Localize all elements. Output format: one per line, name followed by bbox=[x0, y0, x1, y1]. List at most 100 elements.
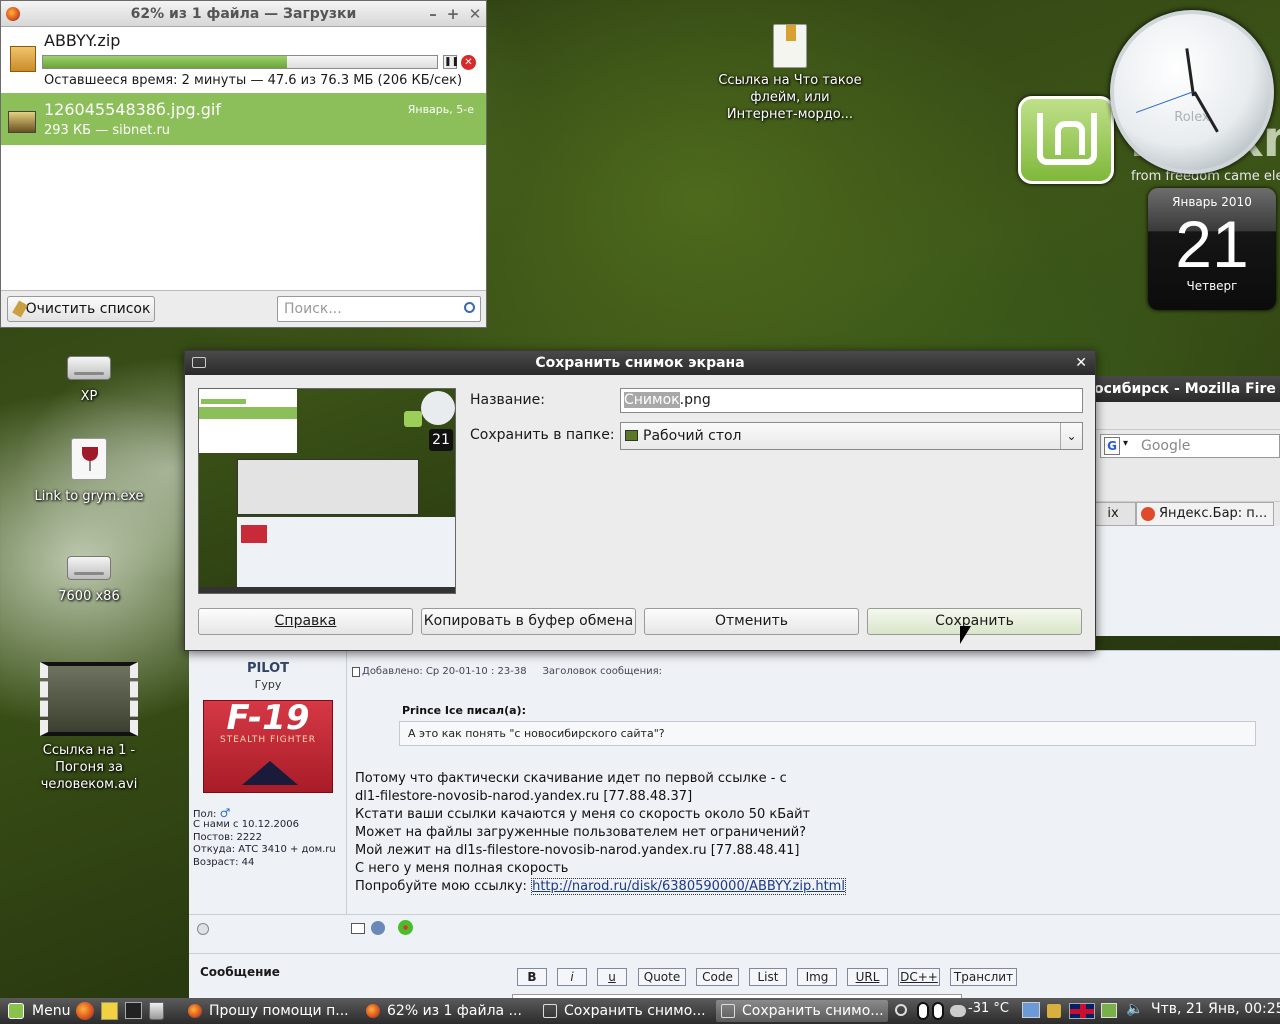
firefox-icon bbox=[6, 7, 20, 21]
post-author[interactable]: PILOT bbox=[189, 661, 347, 676]
wine-icon bbox=[71, 438, 107, 480]
penguin-icon[interactable] bbox=[917, 1002, 929, 1020]
forum-post: PILOT Гуру F-19 STEALTH FIGHTER Пол: ♂ С… bbox=[189, 650, 1280, 1004]
format-quote-button[interactable]: Quote bbox=[638, 968, 686, 986]
google-search-box[interactable]: G ▾ Google bbox=[1100, 434, 1280, 458]
clock-datetime[interactable]: Чтв, 21 Янв, 00:25 bbox=[1151, 1001, 1280, 1017]
help-button[interactable]: Справка bbox=[198, 608, 413, 635]
mint-logo bbox=[1018, 96, 1114, 184]
uk-flag-icon[interactable] bbox=[1069, 1003, 1095, 1019]
desktop-icon-video-link[interactable]: Ссылка на 1 - Погоня за человеком.avi bbox=[14, 662, 164, 793]
scroll-top-icon[interactable] bbox=[197, 923, 209, 935]
quote-author: Prince Ice писал(а): bbox=[402, 704, 526, 717]
dialog-titlebar[interactable]: Сохранить снимок экрана ✕ bbox=[185, 351, 1095, 375]
clock-hour-hand bbox=[1185, 48, 1195, 97]
minimize-icon[interactable]: – bbox=[423, 1, 443, 27]
firefox-title: осибирск - Mozilla Fire bbox=[1094, 381, 1276, 397]
post-rank: Гуру bbox=[254, 678, 282, 691]
format-url-button[interactable]: URL bbox=[847, 968, 888, 986]
mint-menu-icon bbox=[8, 1003, 24, 1019]
download-name: ABBYY.zip bbox=[44, 31, 121, 50]
download-item-active[interactable]: ABBYY.zip ❚❚ ✕ Оставшееся время: 2 минут… bbox=[1, 28, 486, 93]
download-progress-bar bbox=[42, 55, 438, 69]
search-icon[interactable] bbox=[895, 1004, 907, 1016]
format-bold-button[interactable]: B bbox=[517, 968, 547, 986]
post-line: Может на файлы загруженные пользователем… bbox=[355, 825, 807, 840]
name-label: Название: bbox=[470, 392, 545, 408]
avatar-title: F-19 bbox=[226, 700, 310, 738]
firefox-launcher-icon[interactable] bbox=[76, 1002, 94, 1020]
post-line: dl1-filestore-novosib-narod.yandex.ru [7… bbox=[355, 789, 693, 804]
task-forum[interactable]: Прошу помощи п... bbox=[183, 1000, 356, 1022]
format-underline-button[interactable]: u bbox=[597, 968, 627, 986]
maximize-icon[interactable]: + bbox=[443, 1, 463, 27]
close-icon[interactable]: ✕ bbox=[465, 1, 485, 27]
clear-list-button[interactable]: Очистить список bbox=[7, 296, 155, 322]
network-icon[interactable] bbox=[1022, 1002, 1040, 1018]
icq-flower-icon[interactable] bbox=[398, 920, 413, 935]
weather-cloud-icon bbox=[950, 1005, 966, 1017]
profile-age: Возраст: 44 bbox=[193, 857, 255, 868]
firefox-tab-yandex[interactable]: Яндекс.Бар: п... bbox=[1136, 502, 1274, 526]
format-italic-button[interactable]: i bbox=[557, 968, 587, 986]
camera-icon bbox=[721, 1004, 735, 1018]
firefox-titlebar: осибирск - Mozilla Fire bbox=[1090, 376, 1280, 402]
task-screenshot-2[interactable]: Сохранить снимо... bbox=[716, 1000, 888, 1022]
downloads-search-input[interactable]: Поиск... bbox=[277, 296, 481, 322]
message-label: Сообщение bbox=[200, 965, 280, 979]
calendar-day: 21 bbox=[1175, 207, 1249, 281]
format-list-button[interactable]: List bbox=[749, 968, 787, 986]
penguin-icon[interactable] bbox=[932, 1002, 944, 1020]
message-section-divider bbox=[189, 953, 1280, 954]
desktop-icon-label: 7600 x86 bbox=[58, 589, 120, 604]
post-link[interactable]: http://narod.ru/disk/6380590000/ABBYY.zi… bbox=[531, 878, 846, 895]
cancel-button[interactable]: Отменить bbox=[644, 608, 859, 635]
format-code-button[interactable]: Code bbox=[696, 968, 739, 986]
window-list-icon[interactable] bbox=[1101, 1003, 1117, 1018]
desktop-icon-flame-link[interactable]: Ссылка на Что такое флейм, или Интернет-… bbox=[715, 24, 865, 123]
lock-icon[interactable] bbox=[1047, 1004, 1061, 1018]
menu-button[interactable]: Menu bbox=[2, 1000, 72, 1022]
downloads-titlebar[interactable]: 62% из 1 файла — Загрузки – + ✕ bbox=[1, 1, 486, 27]
terminal-launcher-icon[interactable] bbox=[125, 1002, 142, 1019]
drive-icon bbox=[67, 356, 111, 380]
folder-label: Сохранить в папке: bbox=[470, 427, 615, 443]
camera-icon bbox=[192, 357, 206, 368]
save-button[interactable]: Сохранить bbox=[867, 608, 1082, 635]
firefox-icon bbox=[188, 1004, 202, 1018]
profile-card-icon[interactable] bbox=[351, 923, 365, 934]
desktop-icon-grym[interactable]: Link to grym.exe bbox=[14, 438, 164, 505]
firefox-icon bbox=[366, 1004, 380, 1018]
search-icon bbox=[464, 302, 475, 313]
user-icon[interactable] bbox=[371, 921, 385, 935]
volume-icon[interactable]: 🔈 bbox=[1126, 1001, 1143, 1017]
task-screenshot-1[interactable]: Сохранить снимо... bbox=[538, 1000, 711, 1022]
desktop-icon-xp[interactable]: XP bbox=[14, 352, 164, 405]
desktop-icon-label: XP bbox=[80, 389, 98, 404]
downloads-title: 62% из 1 файла — Загрузки bbox=[130, 6, 357, 22]
download-item-completed[interactable]: 12604554838б.jpg.gif Январь, 5-е 293 КБ … bbox=[1, 93, 486, 145]
pause-button[interactable]: ❚❚ bbox=[443, 55, 459, 69]
cancel-download-button[interactable]: ✕ bbox=[461, 55, 476, 70]
text-editor-launcher-icon[interactable] bbox=[101, 1002, 118, 1020]
folder-select[interactable]: Рабочий стол ⌄ bbox=[620, 422, 1083, 450]
temperature[interactable]: -31 °C bbox=[968, 1001, 1009, 1016]
save-screenshot-dialog: Сохранить снимок экрана ✕ 21 Название: С… bbox=[184, 350, 1096, 651]
trash-launcher-icon[interactable] bbox=[149, 1002, 164, 1020]
format-img-button[interactable]: Img bbox=[797, 968, 837, 986]
desktop-icon-7600[interactable]: 7600 x86 bbox=[14, 552, 164, 605]
calendar-weekday: Четверг bbox=[1186, 279, 1238, 293]
format-dcpp-button[interactable]: DC++ bbox=[898, 968, 940, 986]
format-translit-button[interactable]: Транслит bbox=[950, 968, 1017, 986]
copy-to-clipboard-button[interactable]: Копировать в буфер обмена bbox=[421, 608, 636, 635]
task-downloads[interactable]: 62% из 1 файла ... bbox=[361, 1000, 534, 1022]
download-progress-fill bbox=[43, 56, 288, 68]
profile-posts: Постов: 2222 bbox=[193, 832, 262, 843]
filename-input[interactable]: Снимок.png bbox=[620, 388, 1083, 413]
jet-icon bbox=[242, 761, 298, 785]
close-icon[interactable]: ✕ bbox=[1075, 351, 1087, 375]
document-icon bbox=[773, 24, 807, 68]
yandex-icon bbox=[1141, 507, 1155, 521]
camera-icon bbox=[543, 1004, 557, 1018]
firefox-tab-partial[interactable]: ix bbox=[1090, 502, 1136, 526]
